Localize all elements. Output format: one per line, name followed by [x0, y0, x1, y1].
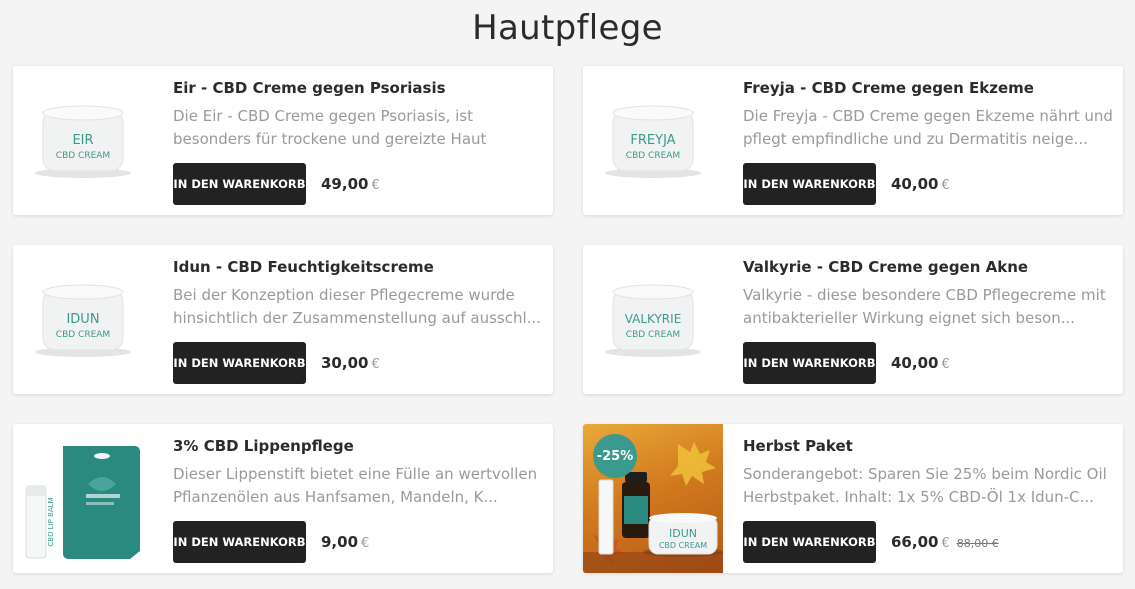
product-image-idun[interactable]: IDUN CBD CREAM: [13, 245, 153, 394]
add-to-cart-button[interactable]: IN DEN WARENKORB: [173, 521, 306, 563]
product-image-herbst-paket[interactable]: IDUN CBD CREAM -25%: [583, 424, 723, 573]
price-value: 49,00: [321, 175, 369, 193]
product-title[interactable]: Valkyrie - CBD Creme gegen Akne: [743, 258, 1028, 276]
cream-jar-icon: EIR CBD CREAM: [35, 105, 131, 178]
jar-label-name: IDUN: [66, 312, 99, 327]
price-value: 40,00: [891, 354, 939, 372]
currency-symbol: €: [941, 357, 950, 372]
add-to-cart-button[interactable]: IN DEN WARENKORB: [173, 163, 306, 205]
jar-label-sub: CBD CREAM: [626, 151, 680, 161]
product-description: Sonderangebot: Sparen Sie 25% beim Nordi…: [743, 465, 1107, 506]
currency-symbol: €: [941, 536, 950, 551]
cream-jar-icon: FREYJA CBD CREAM: [605, 105, 701, 178]
jar-label-name: VALKYRIE: [625, 312, 682, 326]
cream-jar-icon: IDUN CBD CREAM: [35, 284, 131, 357]
product-card-freyja[interactable]: FREYJA CBD CREAM Freyja - CBD Creme gege…: [583, 66, 1123, 215]
lip-balm-label: CBD LIP BALM: [47, 497, 55, 546]
product-title[interactable]: Idun - CBD Feuchtigkeitscreme: [173, 258, 434, 276]
product-card-idun[interactable]: IDUN CBD CREAM Idun - CBD Feuchtigkeitsc…: [13, 245, 553, 394]
product-card-herbst-paket[interactable]: IDUN CBD CREAM -25% Herbst Paket Sondera…: [583, 424, 1123, 573]
product-card-eir[interactable]: EIR CBD CREAM Eir - CBD Creme gegen Psor…: [13, 66, 553, 215]
product-title[interactable]: Herbst Paket: [743, 437, 853, 455]
add-to-cart-button[interactable]: IN DEN WARENKORB: [173, 342, 306, 384]
add-to-cart-button[interactable]: IN DEN WARENKORB: [743, 342, 876, 384]
add-to-cart-button[interactable]: IN DEN WARENKORB: [743, 163, 876, 205]
jar-label-sub: CBD CREAM: [659, 541, 707, 550]
product-price: 49,00 €: [321, 175, 380, 193]
jar-label-name: EIR: [72, 133, 93, 148]
product-description: Die Eir - CBD Creme gegen Psoriasis, ist…: [173, 107, 487, 148]
price-value: 9,00: [321, 533, 359, 551]
product-description: Dieser Lippenstift bietet eine Fülle an …: [173, 465, 538, 506]
product-title[interactable]: Eir - CBD Creme gegen Psoriasis: [173, 79, 446, 97]
product-image-eir[interactable]: EIR CBD CREAM: [13, 66, 153, 215]
product-price: 66,00 €88,00 €: [891, 533, 999, 551]
discount-badge: -25%: [593, 434, 637, 478]
price-value: 66,00: [891, 533, 939, 551]
product-description: Valkyrie - diese besondere CBD Pflegecre…: [743, 286, 1106, 327]
old-price: 88,00 €: [956, 537, 999, 550]
add-to-cart-button[interactable]: IN DEN WARENKORB: [743, 521, 876, 563]
product-card-lip-balm[interactable]: CBD LIP BALM 3% CBD Lippenpflege Dieser …: [13, 424, 553, 573]
product-price: 40,00 €: [891, 354, 950, 372]
jar-label-sub: CBD CREAM: [56, 330, 110, 340]
jar-label-name: IDUN: [669, 527, 697, 540]
currency-symbol: €: [371, 357, 380, 372]
jar-label-name: FREYJA: [630, 133, 675, 148]
product-price: 9,00 €: [321, 533, 369, 551]
price-value: 30,00: [321, 354, 369, 372]
product-image-valkyrie[interactable]: VALKYRIE CBD CREAM: [583, 245, 723, 394]
product-image-lip-balm[interactable]: CBD LIP BALM: [13, 424, 153, 573]
price-value: 40,00: [891, 175, 939, 193]
product-price: 30,00 €: [321, 354, 380, 372]
currency-symbol: €: [371, 178, 380, 193]
page-title: Hautpflege: [472, 8, 663, 48]
product-card-valkyrie[interactable]: VALKYRIE CBD CREAM Valkyrie - CBD Creme …: [583, 245, 1123, 394]
cream-jar-icon: VALKYRIE CBD CREAM: [605, 284, 701, 357]
product-description: Die Freyja - CBD Creme gegen Ekzeme nähr…: [743, 107, 1113, 148]
currency-symbol: €: [361, 536, 370, 551]
jar-label-sub: CBD CREAM: [626, 330, 680, 340]
jar-label-sub: CBD CREAM: [56, 151, 110, 161]
product-description: Bei der Konzeption dieser Pflegecreme wu…: [173, 286, 541, 327]
product-price: 40,00 €: [891, 175, 950, 193]
product-title[interactable]: 3% CBD Lippenpflege: [173, 437, 354, 455]
product-title[interactable]: Freyja - CBD Creme gegen Ekzeme: [743, 79, 1034, 97]
product-image-freyja[interactable]: FREYJA CBD CREAM: [583, 66, 723, 215]
currency-symbol: €: [941, 178, 950, 193]
lip-balm-icon: CBD LIP BALM: [25, 445, 140, 559]
